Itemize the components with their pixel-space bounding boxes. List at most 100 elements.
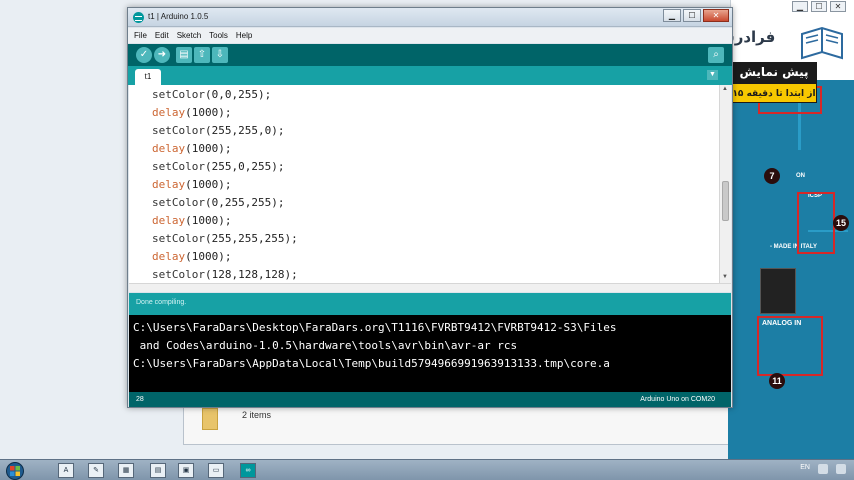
menu-tools[interactable]: Tools <box>209 28 228 43</box>
code-function: setColor <box>152 88 205 101</box>
badge-11: 11 <box>769 373 785 389</box>
code-line: delay(1000); <box>152 106 231 119</box>
code-args: (1000); <box>185 178 232 191</box>
status-message: Done compiling. <box>136 299 187 306</box>
code-args: (1000); <box>185 142 232 155</box>
badge-15: 15 <box>833 215 849 231</box>
menu-bar: File Edit Sketch Tools Help <box>128 28 732 43</box>
code-line: delay(1000); <box>152 214 231 227</box>
code-args: (128,128,128); <box>204 268 298 281</box>
code-line: setColor(0,255,255); <box>152 196 284 209</box>
menu-help[interactable]: Help <box>236 28 252 43</box>
taskbar-app-icon[interactable]: A <box>58 463 74 478</box>
background-window-controls: ▁ ☐ ✕ <box>792 1 846 12</box>
save-button[interactable]: ⇩ <box>212 47 228 63</box>
preview-title: پیش نمایش <box>731 62 817 83</box>
taskbar-app-icon[interactable]: ✎ <box>88 463 104 478</box>
code-line: setColor(255,0,255); <box>152 160 284 173</box>
open-button[interactable]: ⇧ <box>194 47 210 63</box>
taskbar-app-icon[interactable]: ▤ <box>150 463 166 478</box>
background-maximize-button[interactable]: ☐ <box>811 1 827 12</box>
background-minimize-button[interactable]: ▁ <box>792 1 808 12</box>
close-button[interactable]: ✕ <box>703 9 729 22</box>
code-args: (255,0,255); <box>204 160 285 173</box>
highlight-box <box>757 316 823 376</box>
folder-icon <box>202 408 218 430</box>
editor-vertical-scrollbar[interactable]: ▲ ▼ <box>719 85 731 283</box>
code-line: setColor(128,128,128); <box>152 268 298 281</box>
window-controls: ▁ ☐ ✕ <box>663 9 729 22</box>
code-function: delay <box>152 214 186 227</box>
editor-horizontal-scrollbar[interactable] <box>129 283 731 292</box>
system-tray: EN <box>800 464 846 474</box>
board-on-label: ON <box>796 173 805 179</box>
toolbar: ✓ ➜ ▤ ⇧ ⇩ ⌕ <box>128 44 732 66</box>
taskbar-arduino-icon[interactable]: ∞ <box>240 463 256 478</box>
badge-7: 7 <box>764 168 780 184</box>
minimize-button[interactable]: ▁ <box>663 9 681 22</box>
volume-icon[interactable] <box>836 464 846 474</box>
arduino-app-icon <box>133 12 144 23</box>
windows-start-icon[interactable] <box>5 462 25 480</box>
preview-banner: پیش نمایش از ابتدا تا دقیقه ۱۵ <box>731 62 817 108</box>
new-button[interactable]: ▤ <box>176 47 192 63</box>
code-function: setColor <box>152 160 205 173</box>
code-args: (1000); <box>185 214 232 227</box>
board-port: Arduino Uno on COM20 <box>640 396 715 403</box>
code-args: (1000); <box>185 250 232 263</box>
background-close-button[interactable]: ✕ <box>830 1 846 12</box>
code-function: setColor <box>152 124 205 137</box>
serial-monitor-button[interactable]: ⌕ <box>708 47 724 63</box>
upload-button[interactable]: ➜ <box>154 47 170 63</box>
code-line: delay(1000); <box>152 178 231 191</box>
explorer-item-count: 2 items <box>242 410 272 420</box>
menu-edit[interactable]: Edit <box>155 28 169 43</box>
book-icon <box>801 26 843 60</box>
code-function: delay <box>152 106 186 119</box>
line-number: 28 <box>136 396 144 403</box>
code-editor[interactable]: setColor(0,0,255); delay(1000); setColor… <box>129 85 719 283</box>
taskbar-app-icon[interactable]: ▣ <box>178 463 194 478</box>
title-bar[interactable]: t1 | Arduino 1.0.5 ▁ ☐ ✕ <box>128 8 732 27</box>
code-args: (0,0,255); <box>204 88 272 101</box>
board-chip <box>760 268 796 314</box>
language-indicator[interactable]: EN <box>800 464 810 474</box>
taskbar-app-icon[interactable]: ▦ <box>118 463 134 478</box>
verify-button[interactable]: ✓ <box>136 47 152 63</box>
menu-file[interactable]: File <box>134 28 147 43</box>
tab-menu-button[interactable]: ▼ <box>707 70 718 80</box>
code-line: setColor(255,255,255); <box>152 232 298 245</box>
code-function: setColor <box>152 232 205 245</box>
network-icon[interactable] <box>818 464 828 474</box>
window-title: t1 | Arduino 1.0.5 <box>148 12 209 21</box>
tab-bar: t1 ▼ <box>128 66 732 85</box>
preview-subtitle: از ابتدا تا دقیقه ۱۵ <box>731 83 817 103</box>
editor-scroll-thumb[interactable] <box>722 181 729 221</box>
arduino-ide-window: t1 | Arduino 1.0.5 ▁ ☐ ✕ File Edit Sketc… <box>127 7 733 408</box>
console-line: C:\Users\FaraDars\AppData\Local\Temp\bui… <box>133 357 610 370</box>
console-output[interactable]: C:\Users\FaraDars\Desktop\FaraDars.org\T… <box>129 315 731 392</box>
highlight-box <box>797 192 835 254</box>
scroll-up-arrow-icon[interactable]: ▲ <box>722 86 728 92</box>
code-args: (1000); <box>185 106 232 119</box>
scroll-down-arrow-icon[interactable]: ▼ <box>722 274 728 280</box>
code-function: setColor <box>152 268 205 281</box>
code-line: setColor(0,0,255); <box>152 88 271 101</box>
taskbar-folder-icon[interactable]: ▭ <box>208 463 224 478</box>
taskbar: A ✎ ▦ ▤ ▣ ▭ ∞ EN <box>0 459 854 480</box>
console-line: and Codes\arduino-1.0.5\hardware\tools\a… <box>133 339 518 352</box>
code-line: delay(1000); <box>152 142 231 155</box>
code-args: (255,255,0); <box>204 124 285 137</box>
code-args: (0,255,255); <box>204 196 285 209</box>
code-function: setColor <box>152 196 205 209</box>
code-function: delay <box>152 142 186 155</box>
code-function: delay <box>152 250 186 263</box>
menu-sketch[interactable]: Sketch <box>177 28 201 43</box>
status-bar: Done compiling. <box>129 293 731 315</box>
console-line: C:\Users\FaraDars\Desktop\FaraDars.org\T… <box>133 321 617 334</box>
tab-t1[interactable]: t1 <box>135 69 161 85</box>
faradars-logo: فرادرس <box>714 24 846 64</box>
maximize-button[interactable]: ☐ <box>683 9 701 22</box>
code-args: (255,255,255); <box>204 232 298 245</box>
footer-bar: 28 Arduino Uno on COM20 <box>129 392 731 407</box>
